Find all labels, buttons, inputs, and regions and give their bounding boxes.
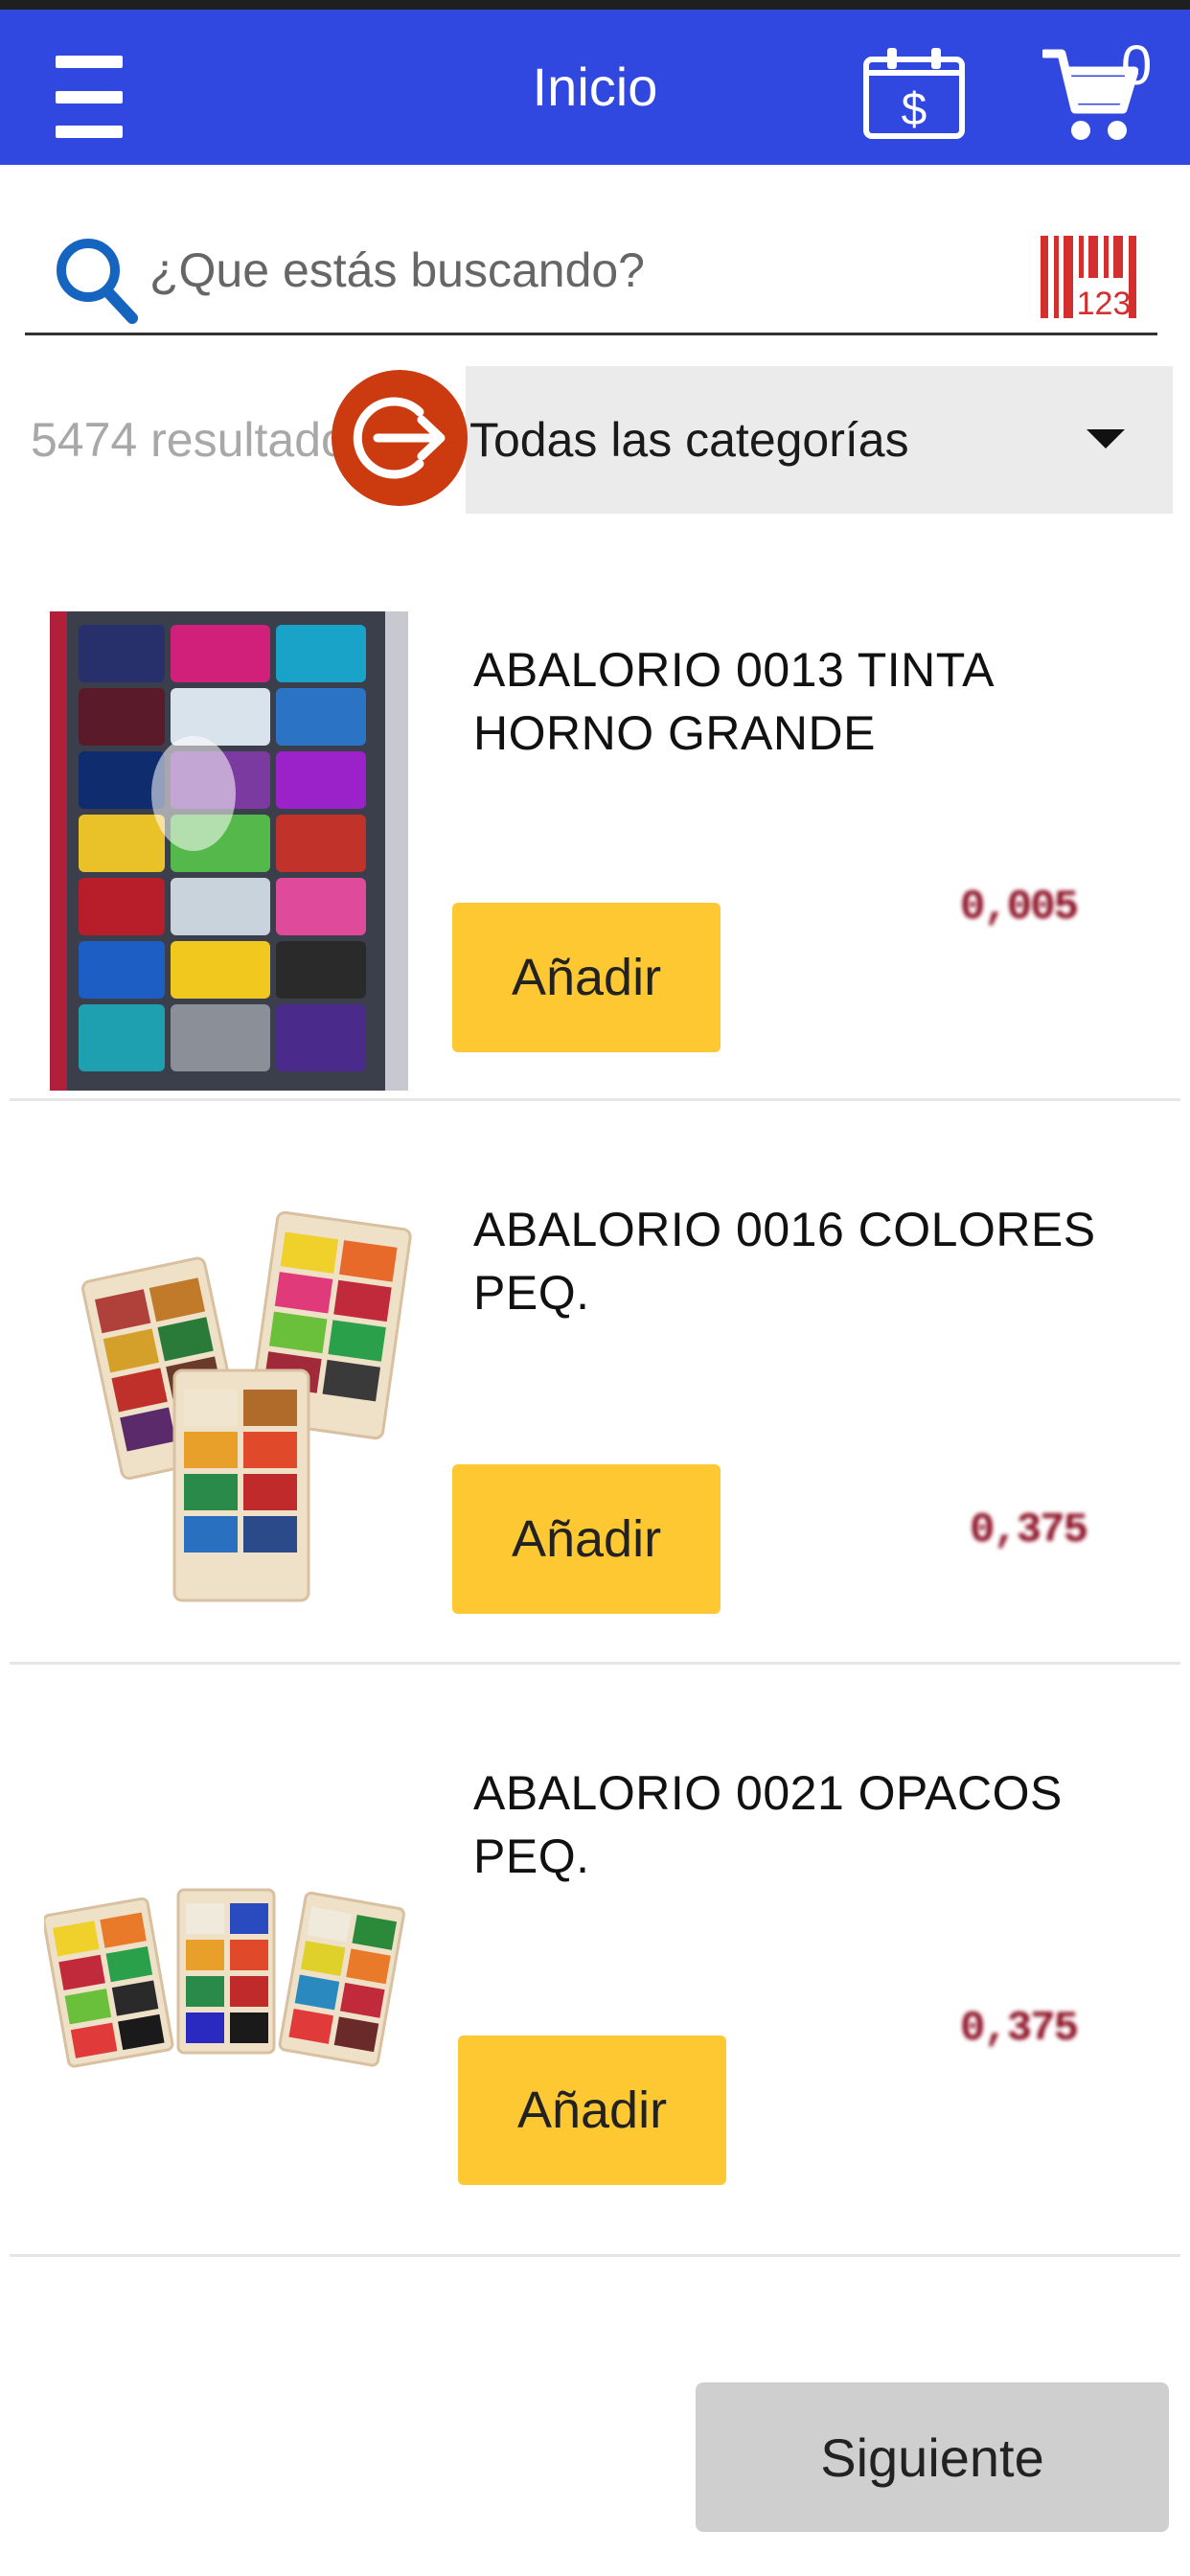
arrow-right-circle-icon [353, 397, 446, 479]
svg-text:$: $ [902, 84, 927, 135]
product-image[interactable] [50, 611, 408, 1091]
list-item: ABALORIO 0013 TINTA HORNO GRANDE Añadir … [0, 594, 1190, 1102]
search-icon[interactable] [54, 234, 140, 326]
product-price: 0,375 [970, 1506, 1088, 1554]
calendar-dollar-icon[interactable]: $ [862, 48, 966, 140]
svg-text:123: 123 [1077, 286, 1132, 318]
product-price: 0,005 [960, 884, 1079, 932]
results-count: 5474 resultados [31, 413, 356, 467]
page-title: Inicio [532, 57, 658, 117]
add-to-cart-button[interactable]: Añadir [452, 903, 721, 1052]
product-name[interactable]: ABALORIO 0021 OPACOS PEQ. [473, 1761, 1144, 1888]
add-to-cart-button[interactable]: Añadir [452, 1464, 721, 1614]
add-to-cart-button[interactable]: Añadir [458, 2036, 726, 2185]
divider [10, 1098, 1180, 1101]
status-bar-strip [0, 0, 1190, 10]
chevron-down-icon [1087, 429, 1125, 448]
category-select[interactable]: Todas las categorías [466, 366, 1173, 514]
product-image[interactable] [69, 1198, 414, 1610]
search-input[interactable] [148, 226, 981, 314]
next-page-button[interactable]: Siguiente [696, 2382, 1169, 2532]
category-selected-label: Todas las categorías [469, 413, 909, 467]
app-bar: Inicio $ 0 [0, 10, 1190, 165]
list-item: ABALORIO 0021 OPACOS PEQ. Añadir 0,375 [0, 1666, 1190, 2256]
search-bar: 123 [25, 207, 1157, 335]
hamburger-menu-icon[interactable] [56, 56, 123, 138]
product-price: 0,375 [960, 2005, 1079, 2053]
divider [10, 2254, 1180, 2257]
go-button[interactable] [332, 370, 468, 506]
cart-count-badge: 0 [1121, 34, 1153, 97]
divider [10, 1662, 1180, 1665]
barcode-scanner-icon[interactable]: 123 [1037, 236, 1144, 318]
product-name[interactable]: ABALORIO 0013 TINTA HORNO GRANDE [473, 638, 1144, 765]
product-image[interactable] [44, 1876, 408, 2068]
product-name[interactable]: ABALORIO 0016 COLORES PEQ. [473, 1198, 1144, 1324]
list-item: ABALORIO 0016 COLORES PEQ. Añadir 0,375 [0, 1102, 1190, 1662]
